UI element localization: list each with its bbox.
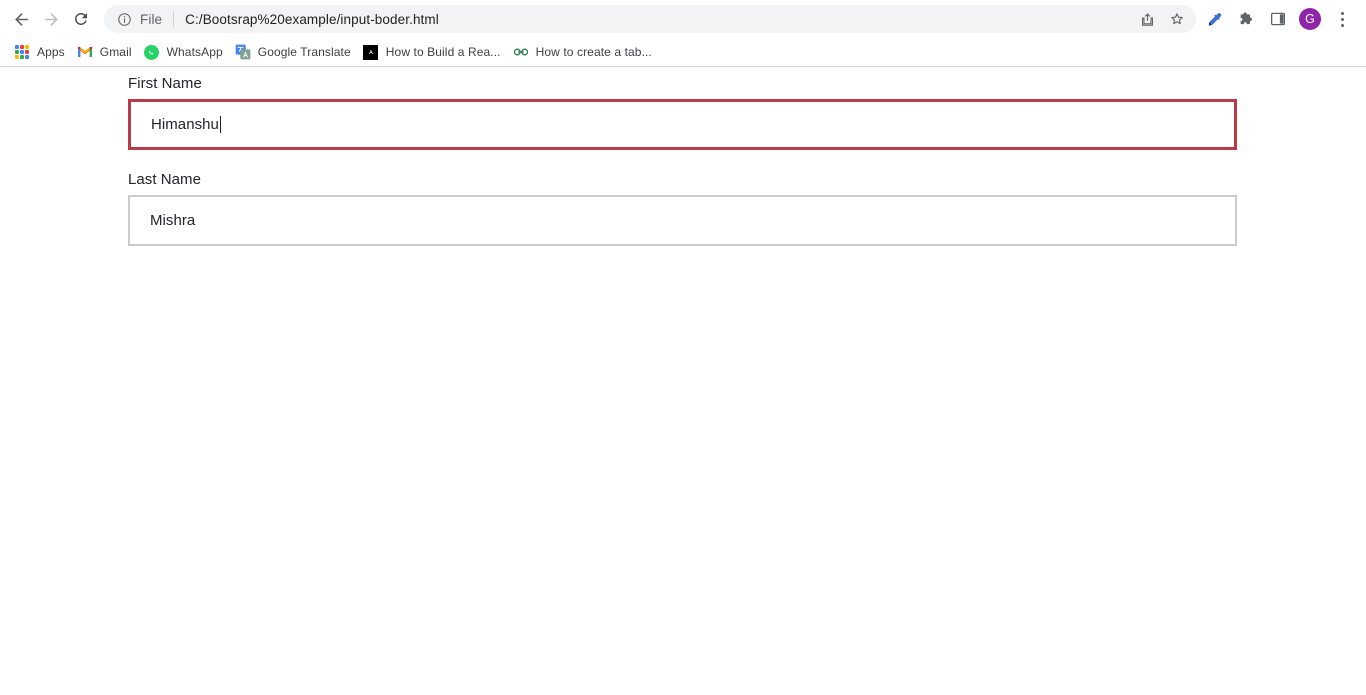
apps-grid-icon xyxy=(14,44,30,60)
omnibox-actions xyxy=(1132,6,1192,32)
gmail-icon xyxy=(77,44,93,60)
field-group-first-name: First Name Himanshu xyxy=(128,74,1237,150)
toolbar-right-actions: G xyxy=(1198,4,1358,34)
puzzle-piece-icon xyxy=(1240,11,1252,24)
profile-button[interactable]: G xyxy=(1294,4,1326,34)
browser-toolbar: File C:/Bootsrap%20example/input-boder.h… xyxy=(0,0,1366,38)
text-caret xyxy=(219,116,221,133)
bookmark-label: How to Build a Rea... xyxy=(385,45,501,59)
forward-button[interactable] xyxy=(36,4,66,34)
chrome-menu-button[interactable] xyxy=(1326,4,1358,34)
share-icon xyxy=(1141,12,1153,26)
back-arrow-icon xyxy=(14,12,28,26)
bookmark-button[interactable] xyxy=(1162,6,1192,32)
reload-button[interactable] xyxy=(66,4,96,34)
bookmark-label: Gmail xyxy=(99,45,132,59)
first-name-input[interactable]: Himanshu xyxy=(128,99,1237,150)
form-container: First Name Himanshu Last Name Mishra xyxy=(128,74,1237,246)
reload-icon xyxy=(74,12,87,25)
bookmarks-bar: Apps Gmail WhatsApp Google Translate How… xyxy=(0,38,1366,66)
angular-icon xyxy=(363,44,379,60)
back-button[interactable] xyxy=(6,4,36,34)
star-icon xyxy=(1171,13,1183,25)
bookmark-google-translate[interactable]: Google Translate xyxy=(231,41,359,63)
side-panel-button[interactable] xyxy=(1262,4,1294,34)
side-panel-icon xyxy=(1270,12,1286,26)
bookmark-apps[interactable]: Apps xyxy=(10,41,73,63)
bookmark-how-to-create-a-tab[interactable]: How to create a tab... xyxy=(509,41,660,63)
url-scheme-label: File xyxy=(140,11,163,27)
link-icon xyxy=(513,44,529,60)
google-translate-icon xyxy=(235,44,251,60)
eyedropper-button[interactable] xyxy=(1198,4,1230,34)
browser-chrome: File C:/Bootsrap%20example/input-boder.h… xyxy=(0,0,1366,67)
page-content: First Name Himanshu Last Name Mishra xyxy=(0,67,1366,695)
bookmark-whatsapp[interactable]: WhatsApp xyxy=(140,41,231,63)
kebab-menu-icon xyxy=(1340,11,1344,27)
bookmark-gmail[interactable]: Gmail xyxy=(73,41,140,63)
first-name-label: First Name xyxy=(128,75,202,92)
avatar: G xyxy=(1299,8,1321,30)
forward-arrow-icon xyxy=(44,12,58,26)
info-circle-icon[interactable] xyxy=(116,11,133,28)
first-name-value: Himanshu xyxy=(151,116,219,133)
bookmark-label: WhatsApp xyxy=(166,45,223,59)
url-text[interactable]: C:/Bootsrap%20example/input-boder.html xyxy=(185,12,1126,27)
bookmark-label: Apps xyxy=(37,45,65,59)
bookmark-label: How to create a tab... xyxy=(535,45,652,59)
extensions-button[interactable] xyxy=(1230,4,1262,34)
field-spacer xyxy=(128,150,1237,170)
bookmark-label: Google Translate xyxy=(257,45,351,59)
whatsapp-icon xyxy=(144,44,160,60)
bookmark-how-to-build-a-rea[interactable]: How to Build a Rea... xyxy=(359,41,509,63)
address-bar[interactable]: File C:/Bootsrap%20example/input-boder.h… xyxy=(104,5,1196,33)
share-button[interactable] xyxy=(1132,6,1162,32)
last-name-label: Last Name xyxy=(128,171,201,188)
eyedropper-icon xyxy=(1208,12,1221,25)
field-group-last-name: Last Name Mishra xyxy=(128,170,1237,246)
last-name-value: Mishra xyxy=(150,212,196,229)
last-name-input[interactable]: Mishra xyxy=(128,195,1237,246)
omnibox-divider xyxy=(173,11,175,27)
